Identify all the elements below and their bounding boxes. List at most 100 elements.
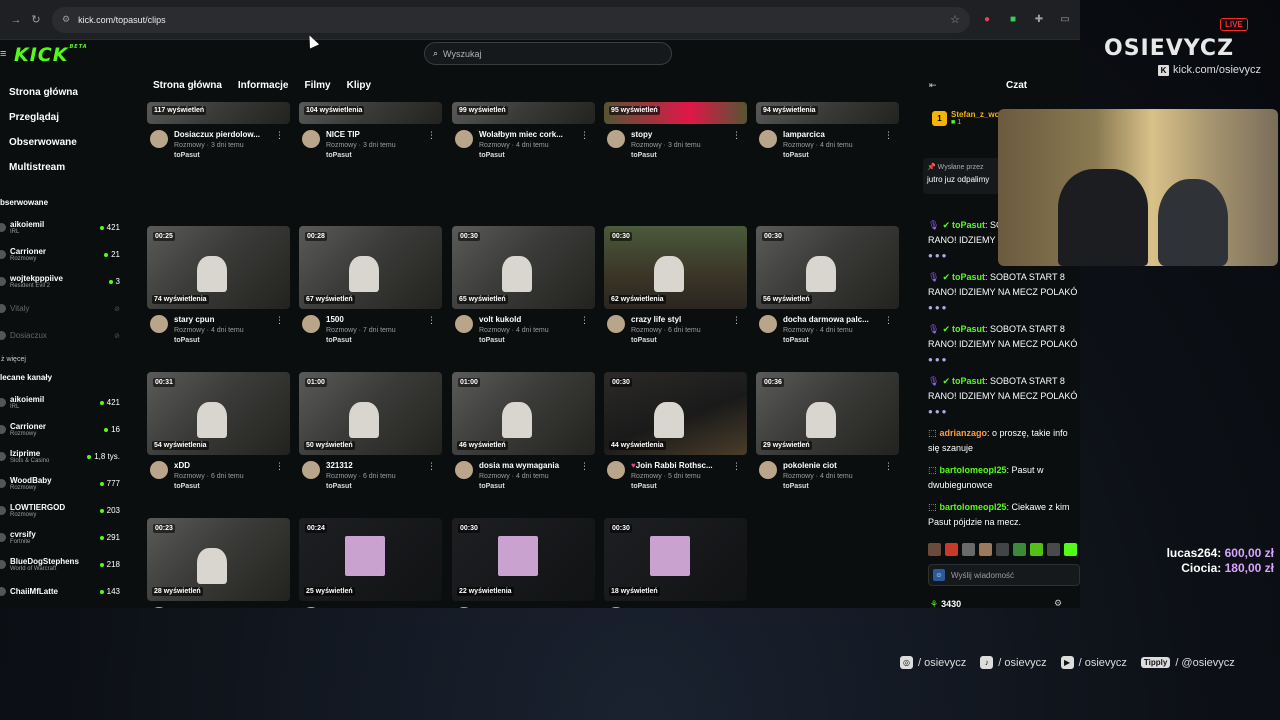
- clip-thumbnail[interactable]: 00:23 28 wyświetleń: [147, 518, 290, 601]
- show-more-link[interactable]: ż więcej: [0, 349, 128, 371]
- clip-author[interactable]: toPasut: [479, 337, 595, 344]
- sidebar-channel[interactable]: Dosiaczux ⊘: [0, 322, 128, 349]
- clip-title[interactable]: stopy: [631, 130, 727, 139]
- more-options-icon[interactable]: ⋮: [732, 461, 741, 472]
- avatar[interactable]: [455, 461, 473, 479]
- avatar[interactable]: [759, 130, 777, 148]
- avatar[interactable]: [759, 315, 777, 333]
- clip-thumbnail[interactable]: 00:30 56 wyświetleń: [756, 226, 899, 309]
- extension-red-icon[interactable]: ●: [978, 11, 996, 29]
- chat-username[interactable]: toPasut: [952, 272, 985, 282]
- clip-thumbnail[interactable]: 00:28 67 wyświetleń: [299, 226, 442, 309]
- avatar[interactable]: [150, 130, 168, 148]
- emote-picker-icon[interactable]: ☺: [933, 569, 945, 581]
- tab-about[interactable]: Informacje: [238, 80, 289, 91]
- emote-icon[interactable]: [928, 543, 941, 556]
- channel-points[interactable]: ⚘ 3430: [930, 599, 961, 608]
- emote-icon[interactable]: [979, 543, 992, 556]
- more-options-icon[interactable]: ⋮: [580, 461, 589, 472]
- clip-title[interactable]: Wolałbym miec cork...: [479, 130, 575, 139]
- clip-thumbnail[interactable]: 00:30 22 wyświetlenia: [452, 518, 595, 601]
- more-options-icon[interactable]: ⋮: [580, 130, 589, 141]
- clip-thumbnail[interactable]: 95 wyświetleń: [604, 102, 747, 124]
- clip-thumbnail[interactable]: 00:30 44 wyświetlenia: [604, 372, 747, 455]
- emote-icon[interactable]: [1030, 543, 1043, 556]
- clip-title[interactable]: volt kukold: [479, 315, 575, 324]
- clip-title[interactable]: NICE TIP: [326, 130, 422, 139]
- sidebar-item-multistream[interactable]: Multistream: [9, 155, 128, 180]
- clip-card[interactable]: 00:30 18 wyświetleń pasut o myśliwychRozmo…: [604, 518, 747, 608]
- more-options-icon[interactable]: ⋮: [732, 315, 741, 326]
- clip-card[interactable]: 00:23 28 wyświetleń ja jestem lojalnaRozmo…: [147, 518, 290, 608]
- clip-author[interactable]: toPasut: [783, 483, 899, 490]
- emote-icon[interactable]: [1047, 543, 1060, 556]
- sidebar-channel[interactable]: WoodBaby Rozmowy 777: [0, 470, 128, 497]
- clip-title[interactable]: dosia ma wymagania: [479, 461, 575, 470]
- sidebar-channel[interactable]: cvrsify Fortnite 291: [0, 524, 128, 551]
- clip-thumbnail[interactable]: 00:30 18 wyświetleń: [604, 518, 747, 601]
- clip-author[interactable]: toPasut: [783, 337, 899, 344]
- sidebar-channel[interactable]: ChaiiMfLatte 143: [0, 578, 128, 605]
- sidebar-channel[interactable]: aikoiemil IRL 421: [0, 389, 128, 416]
- tab-videos[interactable]: Filmy: [304, 80, 330, 91]
- avatar[interactable]: [302, 315, 320, 333]
- clip-title[interactable]: pokolenie ciot: [783, 461, 879, 470]
- sidebar-channel[interactable]: BlueDogStephens World of Warcraft 218: [0, 551, 128, 578]
- clip-author[interactable]: toPasut: [174, 152, 290, 159]
- more-options-icon[interactable]: ⋮: [275, 461, 284, 472]
- clip-thumbnail[interactable]: 01:00 50 wyświetleń: [299, 372, 442, 455]
- emote-icon[interactable]: [945, 543, 958, 556]
- clip-title[interactable]: Dosiaczux pierdolow...: [174, 130, 270, 139]
- clip-title[interactable]: ♥Join Rabbi Rothsc...: [631, 461, 727, 470]
- clip-thumbnail[interactable]: 01:00 46 wyświetleń: [452, 372, 595, 455]
- avatar[interactable]: [607, 461, 625, 479]
- menu-icon[interactable]: ≡: [0, 48, 6, 60]
- clip-thumbnail[interactable]: 94 wyświetlenia: [756, 102, 899, 124]
- clip-author[interactable]: toPasut: [631, 483, 747, 490]
- more-options-icon[interactable]: ⋮: [580, 315, 589, 326]
- clip-card[interactable]: 00:30 44 wyświetlenia ♥Join Rabbi Rothsc..…: [604, 372, 747, 490]
- avatar[interactable]: [302, 607, 320, 608]
- avatar[interactable]: [302, 130, 320, 148]
- sidebar-channel[interactable]: LOWTIERGOD Rozmowy 203: [0, 497, 128, 524]
- sidebar-item-home[interactable]: Strona główna: [9, 80, 128, 105]
- bookmark-star-icon[interactable]: ☆: [950, 13, 960, 26]
- more-options-icon[interactable]: ⋮: [732, 130, 741, 141]
- emote-icon[interactable]: [1064, 543, 1077, 556]
- clip-thumbnail[interactable]: 00:24 25 wyświetleń: [299, 518, 442, 601]
- clip-title[interactable]: pasut o myśliwych: [631, 607, 727, 608]
- extensions-puzzle-icon[interactable]: ✚: [1030, 11, 1048, 29]
- clip-title[interactable]: 1500: [326, 315, 422, 324]
- more-options-icon[interactable]: ⋮: [427, 315, 436, 326]
- avatar[interactable]: [150, 315, 168, 333]
- clip-card[interactable]: 94 wyświetlenia lamparcica Rozmowy · 4 dni…: [756, 102, 899, 159]
- clip-author[interactable]: toPasut: [783, 152, 899, 159]
- sidepanel-icon[interactable]: ▭: [1056, 11, 1074, 29]
- more-options-icon[interactable]: ⋮: [580, 607, 589, 608]
- avatar[interactable]: [607, 315, 625, 333]
- clip-title[interactable]: lamparcica: [783, 130, 879, 139]
- clip-author[interactable]: toPasut: [174, 483, 290, 490]
- avatar[interactable]: [607, 130, 625, 148]
- emote-icon[interactable]: [1013, 543, 1026, 556]
- clip-thumbnail[interactable]: 00:30 62 wyświetlenia: [604, 226, 747, 309]
- clip-author[interactable]: toPasut: [326, 483, 442, 490]
- sidebar-channel[interactable]: Iziprime Slots & Casino 1,8 tys.: [0, 443, 128, 470]
- kick-logo[interactable]: KICKBETA: [14, 44, 88, 66]
- clip-thumbnail[interactable]: 117 wyświetleń: [147, 102, 290, 124]
- sidebar-item-browse[interactable]: Przeglądaj: [9, 105, 128, 130]
- more-options-icon[interactable]: ⋮: [427, 130, 436, 141]
- clip-card[interactable]: 104 wyświetlenia NICE TIP Rozmowy · 3 dni …: [299, 102, 442, 159]
- clip-author[interactable]: toPasut: [326, 337, 442, 344]
- clip-title[interactable]: xDD: [174, 461, 270, 470]
- tab-clips[interactable]: Klipy: [347, 80, 371, 91]
- clip-thumbnail[interactable]: 104 wyświetlenia: [299, 102, 442, 124]
- clip-card[interactable]: 01:00 50 wyświetleń 321312 Rozmowy · 6 dni …: [299, 372, 442, 490]
- clip-card[interactable]: 00:30 62 wyświetlenia crazy life styl Rozmo…: [604, 226, 747, 344]
- clip-thumbnail[interactable]: 00:31 54 wyświetlenia: [147, 372, 290, 455]
- more-options-icon[interactable]: ⋮: [884, 461, 893, 472]
- reload-icon[interactable]: ↻: [26, 10, 46, 30]
- chat-username[interactable]: toPasut: [952, 324, 985, 334]
- clip-author[interactable]: toPasut: [326, 152, 442, 159]
- clip-card[interactable]: 00:24 25 wyświetleń współczesny kolonia...…: [299, 518, 442, 608]
